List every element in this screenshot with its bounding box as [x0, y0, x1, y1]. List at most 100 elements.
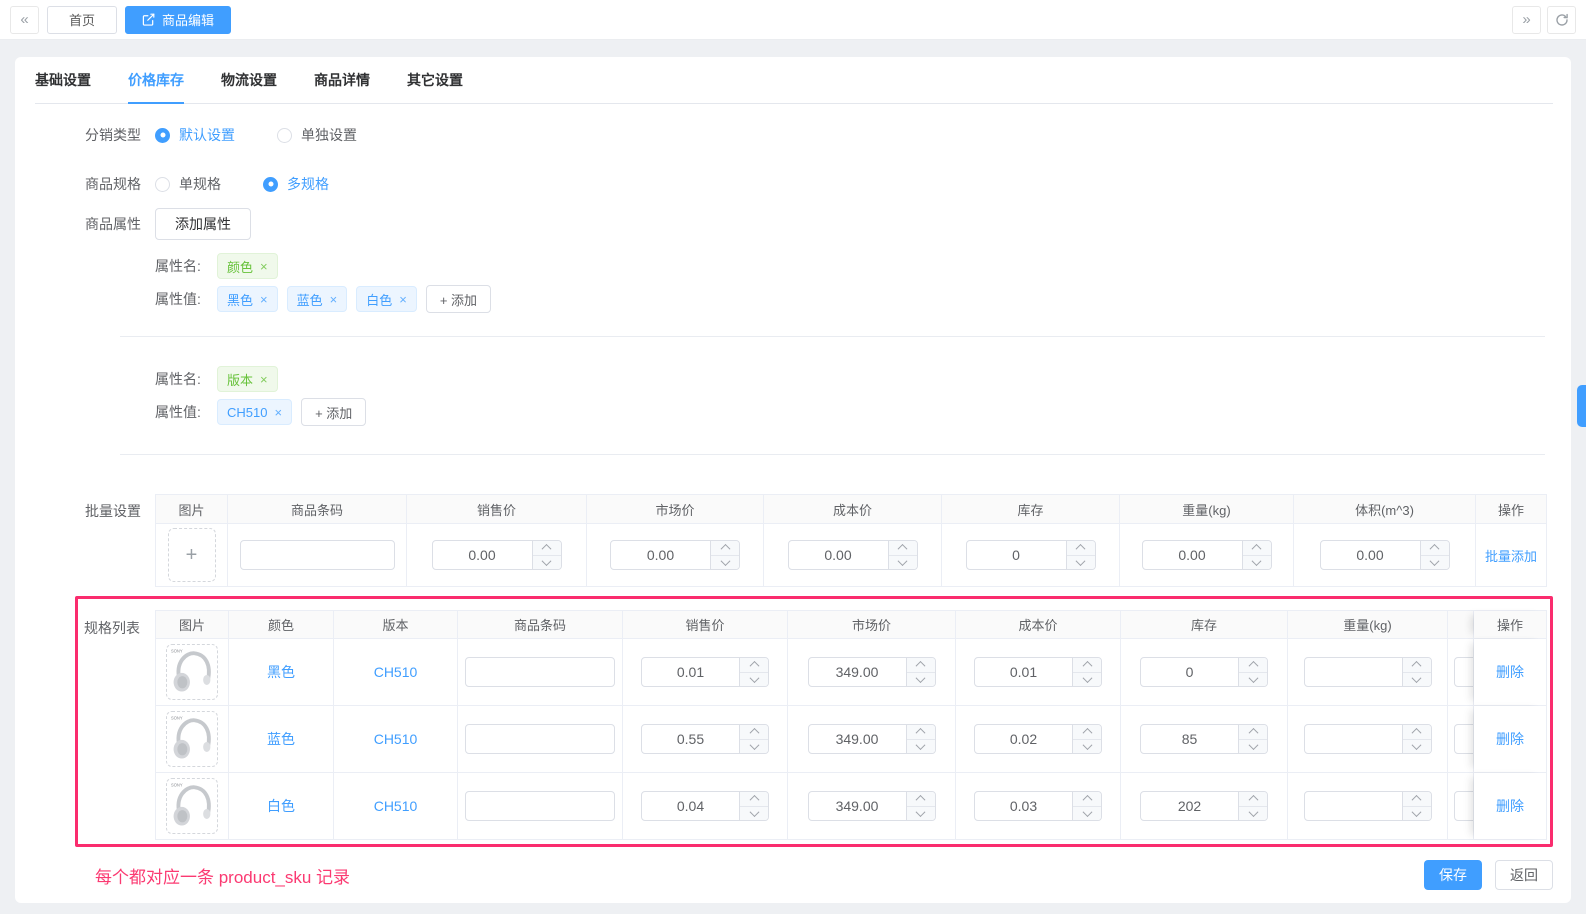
decrease-button[interactable] — [711, 555, 739, 570]
sale-price-input[interactable] — [641, 657, 769, 687]
cost-price-value[interactable] — [789, 541, 888, 569]
decrease-button[interactable] — [1403, 739, 1431, 754]
tab-logistics-settings[interactable]: 物流设置 — [221, 70, 277, 103]
increase-button[interactable] — [1073, 725, 1101, 739]
cost-price-input[interactable] — [974, 791, 1102, 821]
increase-button[interactable] — [1239, 658, 1267, 672]
decrease-button[interactable] — [740, 806, 768, 821]
back-button[interactable]: 返回 — [1495, 860, 1553, 890]
delete-link[interactable]: 删除 — [1496, 796, 1524, 816]
decrease-button[interactable] — [1403, 672, 1431, 687]
decrease-button[interactable] — [1243, 555, 1271, 570]
increase-button[interactable] — [1067, 541, 1095, 555]
radio-multi-spec[interactable]: 多规格 — [263, 174, 329, 194]
close-icon[interactable]: × — [399, 293, 407, 306]
increase-button[interactable] — [1239, 792, 1267, 806]
decrease-button[interactable] — [1073, 739, 1101, 754]
barcode-input[interactable] — [240, 540, 395, 570]
sale-price-value[interactable] — [433, 541, 532, 569]
increase-button[interactable] — [1239, 725, 1267, 739]
weight-value[interactable] — [1305, 725, 1402, 753]
increase-button[interactable] — [907, 658, 935, 672]
increase-button[interactable] — [1403, 792, 1431, 806]
sale-price-value[interactable] — [642, 725, 739, 753]
cost-price-value[interactable] — [975, 725, 1072, 753]
collapse-tabs-button[interactable]: « — [10, 6, 39, 34]
close-icon[interactable]: × — [260, 260, 268, 273]
weight-value[interactable] — [1305, 658, 1402, 686]
stock-value[interactable] — [1141, 792, 1238, 820]
barcode-input[interactable] — [465, 724, 615, 754]
stock-value[interactable] — [1141, 658, 1238, 686]
weight-input[interactable] — [1142, 540, 1272, 570]
increase-button[interactable] — [1421, 541, 1449, 555]
stock-input[interactable] — [1140, 791, 1268, 821]
stock-input[interactable] — [1140, 657, 1268, 687]
volume-input-clipped[interactable] — [1454, 724, 1474, 754]
expand-tabs-button[interactable]: » — [1512, 6, 1541, 34]
decrease-button[interactable] — [740, 672, 768, 687]
close-icon[interactable]: × — [274, 406, 282, 419]
increase-button[interactable] — [889, 541, 917, 555]
weight-value[interactable] — [1143, 541, 1242, 569]
increase-button[interactable] — [740, 658, 768, 672]
decrease-button[interactable] — [907, 806, 935, 821]
close-icon[interactable]: × — [260, 293, 268, 306]
tab-home[interactable]: 首页 — [47, 6, 117, 34]
decrease-button[interactable] — [889, 555, 917, 570]
delete-link[interactable]: 删除 — [1496, 662, 1524, 682]
product-image[interactable]: SONY — [166, 644, 218, 700]
decrease-button[interactable] — [1403, 806, 1431, 821]
tab-price-stock[interactable]: 价格库存 — [128, 70, 184, 104]
sale-price-input[interactable] — [641, 724, 769, 754]
market-price-input[interactable] — [808, 791, 936, 821]
radio-single-spec[interactable]: 单规格 — [155, 174, 221, 194]
increase-button[interactable] — [907, 792, 935, 806]
increase-button[interactable] — [740, 725, 768, 739]
volume-value[interactable] — [1321, 541, 1420, 569]
increase-button[interactable] — [740, 792, 768, 806]
tab-basic-settings[interactable]: 基础设置 — [35, 70, 91, 103]
stock-value[interactable] — [967, 541, 1066, 569]
radio-default-settings[interactable]: 默认设置 — [155, 125, 235, 145]
market-price-input[interactable] — [808, 724, 936, 754]
stock-value[interactable] — [1141, 725, 1238, 753]
sale-price-value[interactable] — [642, 792, 739, 820]
tab-product-detail[interactable]: 商品详情 — [314, 70, 370, 103]
market-price-value[interactable] — [809, 792, 906, 820]
market-price-value[interactable] — [611, 541, 710, 569]
radio-separate-settings[interactable]: 单独设置 — [277, 125, 357, 145]
weight-value[interactable] — [1305, 792, 1402, 820]
decrease-button[interactable] — [907, 672, 935, 687]
market-price-value[interactable] — [809, 658, 906, 686]
save-button[interactable]: 保存 — [1424, 860, 1482, 890]
cost-price-input[interactable] — [974, 657, 1102, 687]
increase-button[interactable] — [907, 725, 935, 739]
close-icon[interactable]: × — [330, 293, 338, 306]
delete-link[interactable]: 删除 — [1496, 729, 1524, 749]
weight-input[interactable] — [1304, 724, 1432, 754]
increase-button[interactable] — [1073, 792, 1101, 806]
sale-price-input[interactable] — [641, 791, 769, 821]
volume-input-clipped[interactable] — [1454, 657, 1474, 687]
increase-button[interactable] — [711, 541, 739, 555]
cost-price-input[interactable] — [788, 540, 918, 570]
add-value-button[interactable]: + 添加 — [426, 285, 491, 313]
increase-button[interactable] — [1243, 541, 1271, 555]
decrease-button[interactable] — [1067, 555, 1095, 570]
decrease-button[interactable] — [533, 555, 561, 570]
decrease-button[interactable] — [1239, 806, 1267, 821]
barcode-input[interactable] — [465, 791, 615, 821]
refresh-button[interactable] — [1547, 6, 1576, 34]
increase-button[interactable] — [1403, 725, 1431, 739]
product-image[interactable]: SONY — [166, 778, 218, 834]
decrease-button[interactable] — [1239, 672, 1267, 687]
decrease-button[interactable] — [907, 739, 935, 754]
tab-other-settings[interactable]: 其它设置 — [407, 70, 463, 103]
batch-add-link[interactable]: 批量添加 — [1485, 546, 1537, 565]
close-icon[interactable]: × — [260, 373, 268, 386]
weight-input[interactable] — [1304, 791, 1432, 821]
stock-input[interactable] — [966, 540, 1096, 570]
market-price-value[interactable] — [809, 725, 906, 753]
cost-price-input[interactable] — [974, 724, 1102, 754]
